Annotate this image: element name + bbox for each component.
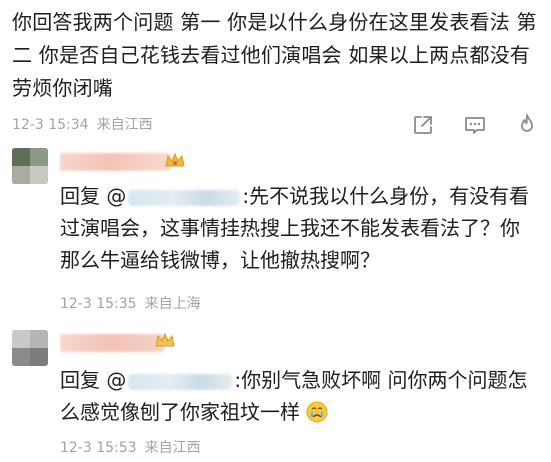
reply-label: 回复 <box>60 368 100 392</box>
main-comment-text: 你回答我两个问题 第一 你是以什么身份在这里发表看法 第二 你是否自己花钱去看过… <box>12 10 537 100</box>
avatar[interactable] <box>12 330 48 366</box>
like-flame-icon[interactable] <box>515 113 539 137</box>
mention-username-blurred[interactable] <box>128 189 241 206</box>
reply-location: 来自上海 <box>144 296 201 312</box>
comment-actions <box>411 113 539 137</box>
reply-meta: 12-3 15:53 来自江西 <box>60 438 201 458</box>
reply-label: 回复 <box>60 184 100 208</box>
reply-time: 12-3 15:53 <box>60 440 137 456</box>
comment-location: 来自江西 <box>96 117 153 133</box>
mention-at[interactable]: @ <box>106 368 126 392</box>
mention-at[interactable]: @ <box>106 184 126 208</box>
mention-username-blurred[interactable] <box>128 373 233 390</box>
comment-time: 12-3 15:34 <box>12 117 89 133</box>
share-icon[interactable] <box>411 113 435 137</box>
crying-face-emoji <box>306 400 328 423</box>
reply-location: 来自江西 <box>144 440 201 456</box>
reply-time: 12-3 15:35 <box>60 296 137 312</box>
reply-text: 回复 @:你别气急败坏啊 问你两个问题怎么感觉像刨了你家祖坟一样 <box>60 364 530 428</box>
nickname-blurred[interactable] <box>60 334 164 352</box>
reply-text: 回复 @:先不说我以什么身份，有没有看过演唱会，这事情挂热搜上我还不能发表看法了… <box>60 180 530 276</box>
main-comment: 你回答我两个问题 第一 你是以什么身份在这里发表看法 第二 你是否自己花钱去看过… <box>12 6 537 105</box>
reply-meta: 12-3 15:35 来自上海 <box>60 294 201 314</box>
comment-icon[interactable] <box>463 113 487 137</box>
reply-item: 回复 @:你别气急败坏啊 问你两个问题怎么感觉像刨了你家祖坟一样 12-3 15… <box>0 320 551 462</box>
vip-badge-icon <box>154 332 176 350</box>
main-comment-meta: 12-3 15:34 来自江西 <box>12 113 539 137</box>
reply-item: 回复 @:先不说我以什么身份，有没有看过演唱会，这事情挂热搜上我还不能发表看法了… <box>0 140 551 320</box>
nickname-blurred[interactable] <box>60 153 170 171</box>
avatar[interactable] <box>12 148 48 184</box>
vip-badge-icon <box>164 152 186 170</box>
comment-thread: 你回答我两个问题 第一 你是以什么身份在这里发表看法 第二 你是否自己花钱去看过… <box>0 0 551 462</box>
